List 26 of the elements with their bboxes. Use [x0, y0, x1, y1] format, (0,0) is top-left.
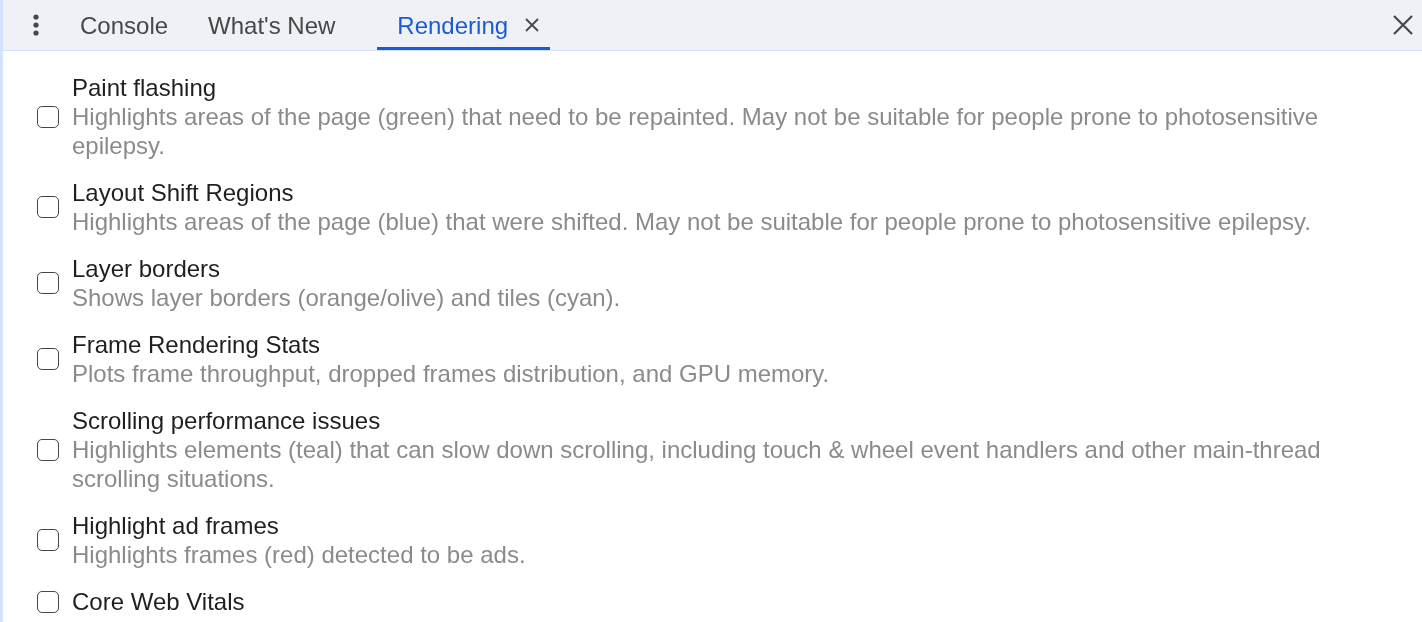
option-description: Highlights elements (teal) that can slow down scrolling, including touch & wheel event handlers and other main-thread scrolling situations.: [72, 435, 1322, 493]
more-vertical-icon: [33, 14, 39, 36]
option-title: Frame Rendering Stats: [72, 330, 322, 359]
checkbox[interactable]: [37, 590, 59, 613]
checkbox[interactable]: [37, 438, 59, 461]
option-title: Layer borders: [72, 254, 222, 283]
tab-close-icon[interactable]: [525, 18, 540, 32]
option-title: Core Web Vitals: [72, 587, 245, 616]
option-description: Highlights areas of the page (blue) that were shifted. May not be suitable for people prone to photosensitive epilepsy.: [72, 207, 1311, 236]
checkbox[interactable]: [37, 272, 59, 294]
option-description: Plots frame throughput, dropped frames distribution, and GPU memory.: [72, 359, 830, 388]
option-description: Highlights frames (red) detected to be ads.: [72, 540, 526, 569]
option-title: Paint flashing: [72, 73, 218, 102]
option-description: Shows layer borders (orange/olive) and tiles (cyan).: [72, 283, 621, 312]
option-title: Scrolling performance issues: [72, 406, 382, 435]
option-title: Layout Shift Regions: [72, 178, 295, 207]
checkbox[interactable]: [37, 196, 59, 218]
close-icon[interactable]: [1393, 15, 1413, 35]
tab[interactable]: What's New: [188, 0, 378, 50]
checkbox[interactable]: [37, 529, 59, 551]
option-description: Highlights areas of the page (green) that need to be repainted. May not be suitable for people prone to photosensitive epilepsy.: [72, 102, 1320, 160]
tab[interactable]: Rendering: [377, 0, 551, 50]
tab[interactable]: Console: [60, 0, 189, 50]
checkbox[interactable]: [37, 348, 59, 370]
checkbox[interactable]: [37, 105, 59, 128]
option-title: Highlight ad frames: [72, 511, 280, 540]
